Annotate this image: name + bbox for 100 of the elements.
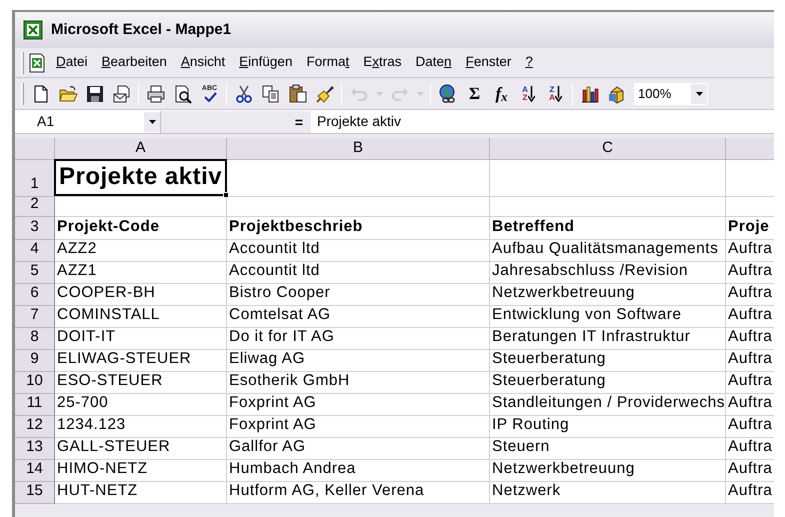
column-header[interactable]: C <box>490 138 726 160</box>
table-cell[interactable]: Projektbeschrieb <box>227 217 490 240</box>
down-arrow-icon <box>554 86 562 102</box>
menu-item[interactable]: Bearbeiten <box>96 51 172 74</box>
sort-button[interactable]: Z A <box>542 80 569 106</box>
workbook-icon <box>27 52 47 72</box>
menu-item[interactable]: Ansicht <box>176 51 230 74</box>
table-cell[interactable]: Aufbau Qualitätsmanagements <box>490 240 726 262</box>
empty-cell[interactable] <box>490 197 726 217</box>
table-cell[interactable]: Projekt-Code <box>55 217 227 240</box>
scissors-icon <box>234 84 254 104</box>
table-cell[interactable]: Auftra <box>726 262 774 284</box>
row-header[interactable]: 11 <box>15 394 55 416</box>
table-cell[interactable]: IP Routing <box>490 416 726 438</box>
table-cell[interactable]: GALL-STEUER <box>55 438 227 460</box>
row-header[interactable]: 9 <box>15 350 55 372</box>
table-cell[interactable]: Hutform AG, Keller Verena <box>227 482 490 504</box>
formula-button[interactable]: f$_{x}$ <box>488 80 515 106</box>
row-header[interactable]: 5 <box>15 262 55 284</box>
table-cell[interactable]: Auftra <box>726 350 774 372</box>
table-cell[interactable]: DOIT-IT <box>55 328 227 350</box>
table-cell[interactable]: Auftra <box>726 306 774 328</box>
table-cell[interactable]: HIMO-NETZ <box>55 460 227 482</box>
menu-item[interactable]: Fenster <box>460 51 516 74</box>
name-box[interactable]: A1 <box>15 110 161 132</box>
table-cell[interactable]: Bistro Cooper <box>227 284 490 306</box>
table-cell[interactable]: 1234.123 <box>55 416 227 438</box>
table-cell[interactable]: Auftra <box>726 416 774 438</box>
menu-item[interactable]: Datei <box>51 51 93 74</box>
table-cell[interactable]: Foxprint AG <box>227 416 490 438</box>
row-header[interactable]: 12 <box>15 416 55 438</box>
table-cell[interactable]: Netzwerk <box>490 482 726 504</box>
window-title: Microsoft Excel - Mappe1 <box>51 20 232 40</box>
table-cell[interactable]: AZZ1 <box>55 262 227 284</box>
formula-field[interactable]: Projekte aktiv <box>311 111 774 132</box>
row-header[interactable]: 15 <box>15 482 55 504</box>
sort-button[interactable]: A Z <box>515 80 542 106</box>
table-cell[interactable]: Humbach Andrea <box>227 460 490 482</box>
table-cell[interactable]: Comtelsat AG <box>227 306 490 328</box>
zoom-dropdown[interactable]: 100% <box>634 82 708 104</box>
bar-chart-icon <box>580 84 600 104</box>
table-cell[interactable]: Netzwerkbetreuung <box>490 460 726 482</box>
menu-item[interactable]: Format <box>301 51 354 74</box>
row-header[interactable]: 8 <box>15 328 55 350</box>
empty-cell[interactable] <box>227 197 490 217</box>
table-cell[interactable]: Standleitungen / Providerwechs <box>490 394 726 416</box>
row-header[interactable]: 7 <box>15 306 55 328</box>
table-cell[interactable]: ELIWAG-STEUER <box>55 350 227 372</box>
table-cell[interactable]: COMINSTALL <box>55 306 227 328</box>
table-cell[interactable]: Eliwag AG <box>227 350 490 372</box>
table-cell[interactable]: COOPER-BH <box>55 284 227 306</box>
table-cell[interactable]: Projekte aktiv <box>55 160 490 197</box>
table-cell[interactable]: Proje <box>726 217 774 240</box>
row-header[interactable]: 3 <box>15 217 55 240</box>
table-cell[interactable]: HUT-NETZ <box>55 482 227 504</box>
open-folder-icon <box>58 84 78 104</box>
table-cell[interactable]: Auftra <box>726 240 774 262</box>
empty-cell[interactable] <box>490 160 726 197</box>
table-cell[interactable]: Steuern <box>490 438 726 460</box>
column-header[interactable]: A <box>55 138 227 160</box>
table-cell[interactable]: Esotherik GmbH <box>227 372 490 394</box>
table-cell[interactable]: Auftra <box>726 372 774 394</box>
table-cell[interactable]: Jahresabschluss /Revision <box>490 262 726 284</box>
table-cell[interactable]: Accountit ltd <box>227 262 490 284</box>
table-cell[interactable]: Auftra <box>726 394 774 416</box>
row-header[interactable]: 14 <box>15 460 55 482</box>
table-cell[interactable]: AZZ2 <box>55 240 227 262</box>
table-cell[interactable]: Beratungen IT Infrastruktur <box>490 328 726 350</box>
table-cell[interactable]: Betreffend <box>490 217 726 240</box>
table-cell[interactable]: Steuerberatung <box>490 350 726 372</box>
edit-formula-button[interactable]: = <box>161 110 311 132</box>
menu-item[interactable]: ? <box>520 51 538 74</box>
menu-item[interactable]: Daten <box>410 51 457 74</box>
table-cell[interactable]: Gallfor AG <box>227 438 490 460</box>
table-cell[interactable]: 25-700 <box>55 394 227 416</box>
menu-item[interactable]: Extras <box>358 51 407 74</box>
table-cell[interactable]: Auftra <box>726 482 774 504</box>
table-cell[interactable]: Entwicklung von Software <box>490 306 726 328</box>
table-cell[interactable]: Auftra <box>726 460 774 482</box>
row-header[interactable]: 6 <box>15 284 55 306</box>
table-cell[interactable]: Do it for IT AG <box>227 328 490 350</box>
row-header[interactable]: 10 <box>15 372 55 394</box>
table-cell[interactable]: Steuerberatung <box>490 372 726 394</box>
row-header[interactable]: 4 <box>15 240 55 262</box>
table-cell[interactable]: ESO-STEUER <box>55 372 227 394</box>
table-cell[interactable]: Auftra <box>726 438 774 460</box>
column-header[interactable]: B <box>227 138 490 160</box>
row-header[interactable]: 1 <box>15 160 55 197</box>
table-cell[interactable]: Foxprint AG <box>227 394 490 416</box>
table-cell[interactable]: Netzwerkbetreuung <box>490 284 726 306</box>
table-cell[interactable]: Auftra <box>726 284 774 306</box>
menu-item[interactable]: Einfügen <box>234 51 298 74</box>
table-cell[interactable]: Accountit ltd <box>227 240 490 262</box>
caret-icon <box>696 92 702 96</box>
autosum-button[interactable]: Σ <box>461 80 488 106</box>
row-header[interactable]: 13 <box>15 438 55 460</box>
caret-icon <box>376 92 382 96</box>
table-cell[interactable]: Auftra <box>726 328 774 350</box>
row-header[interactable]: 2 <box>15 197 55 217</box>
globe-link-icon <box>438 84 458 104</box>
